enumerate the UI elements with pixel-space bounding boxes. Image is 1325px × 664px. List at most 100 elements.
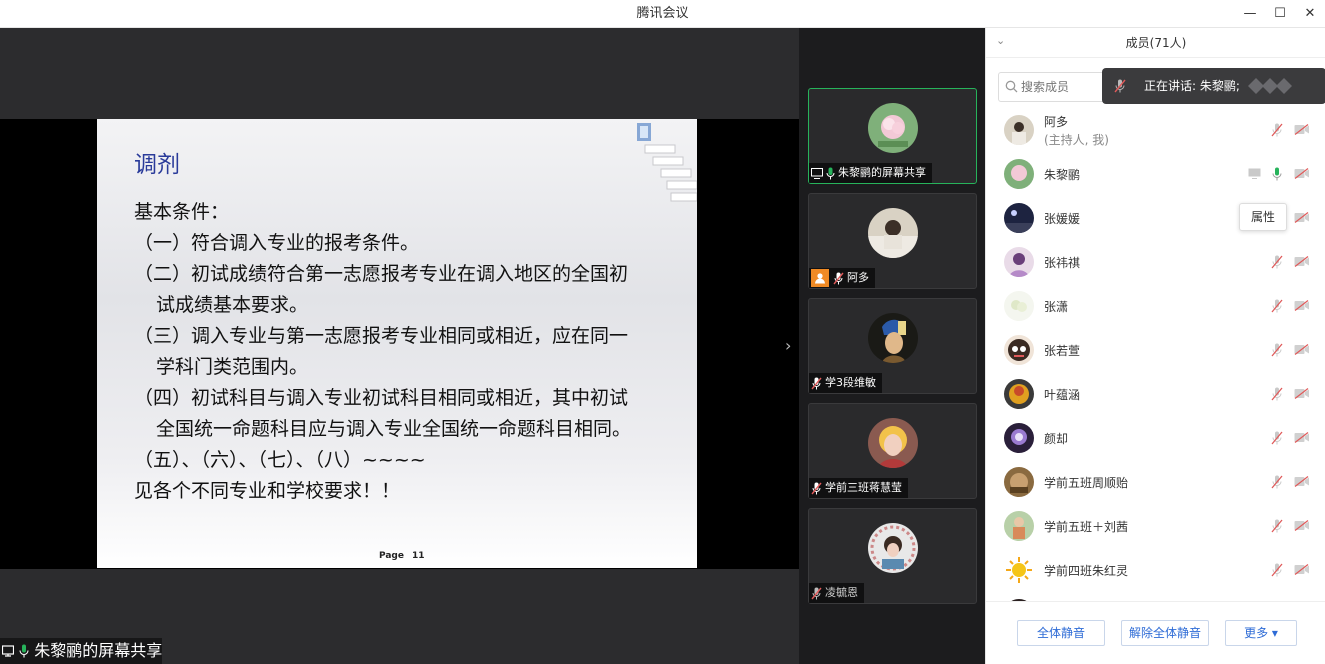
member-name: 学前五班周顺贻	[1044, 476, 1129, 490]
mic-muted-icon	[811, 587, 822, 599]
slide-line: 试成绩基本要求。	[156, 294, 309, 316]
video-tile-name: 朱黎鹂的屏幕共享	[838, 166, 926, 179]
mic-on-icon	[826, 167, 835, 179]
minimize-button[interactable]: —	[1240, 4, 1260, 24]
camera-off-icon[interactable]	[1294, 388, 1310, 399]
camera-off-icon[interactable]	[1294, 564, 1310, 575]
mic-muted-icon[interactable]	[1271, 387, 1283, 401]
avatar	[868, 523, 918, 573]
camera-off-icon[interactable]	[1294, 432, 1310, 443]
title-bar: 腾讯会议 — ☐ ✕	[0, 0, 1325, 28]
member-row[interactable]: 张潇	[986, 284, 1325, 328]
member-row[interactable]: 朱黎鹂	[986, 152, 1325, 196]
video-tile[interactable]: 凌毓恩	[808, 508, 977, 604]
slide-line: （五）、（六）、（七）、（八）~~~~	[134, 449, 426, 471]
avatar	[1004, 115, 1034, 145]
member-row[interactable]: 学前四班朱红灵	[986, 548, 1325, 592]
member-role: (主持人, 我)	[1044, 133, 1109, 147]
mic-muted-icon[interactable]	[1271, 519, 1283, 533]
avatar	[1004, 159, 1034, 189]
member-row[interactable]: 张若萱	[986, 328, 1325, 372]
unmute-all-button[interactable]: 解除全体静音	[1121, 620, 1209, 646]
members-panel-header: ⌄ 成员(71人)	[986, 28, 1325, 58]
search-icon	[1005, 80, 1018, 93]
mic-muted-icon[interactable]	[1271, 255, 1283, 269]
slide-line: （一）符合调入专业的报考条件。	[134, 232, 420, 254]
mic-muted-icon[interactable]	[1271, 431, 1283, 445]
avatar	[1004, 423, 1034, 453]
screen-share-icon	[811, 167, 823, 179]
more-button[interactable]: 更多 ▾	[1225, 620, 1297, 646]
avatar	[1004, 379, 1034, 409]
camera-off-icon[interactable]	[1294, 168, 1310, 179]
member-name: 张潇	[1044, 300, 1069, 314]
members-panel-title: 成员(71人)	[1125, 36, 1187, 50]
avatar	[1004, 467, 1034, 497]
member-name: 学前四班朱红灵	[1044, 564, 1129, 578]
mute-all-button[interactable]: 全体静音	[1017, 620, 1105, 646]
slide-line: 学科门类范围内。	[156, 356, 309, 378]
avatar	[868, 418, 918, 468]
video-tile[interactable]: 学3段维敏	[808, 298, 977, 394]
camera-off-icon[interactable]	[1294, 124, 1310, 135]
avatar	[1004, 555, 1034, 585]
search-input[interactable]	[1021, 78, 1101, 96]
screen-share-area[interactable]: 调剂 基本条件： （一）符合调入专业的报考条件。 （二）初试成绩符合第一志愿报考…	[0, 28, 799, 664]
video-tile-label: 凌毓恩	[809, 583, 864, 603]
video-tile[interactable]: 阿多	[808, 193, 977, 289]
camera-off-icon[interactable]	[1294, 212, 1310, 223]
slide-line: （三）调入专业与第一志愿报考专业相同或相近，应在同一	[134, 325, 629, 347]
slide-line: （二）初试成绩符合第一志愿报考专业在调入地区的全国初	[134, 263, 629, 285]
mic-muted-icon[interactable]	[1271, 563, 1283, 577]
mic-muted-icon[interactable]	[1271, 123, 1283, 137]
avatar	[1004, 247, 1034, 277]
chevron-right-icon[interactable]: ›	[785, 336, 797, 355]
video-tile-label: 阿多	[809, 268, 875, 288]
avatar	[1004, 511, 1034, 541]
speaking-indicator: 正在讲话: 朱黎鹂;	[1102, 68, 1325, 104]
avatar	[1004, 335, 1034, 365]
video-tile-name: 凌毓恩	[825, 586, 858, 599]
page-number: 11	[411, 551, 425, 561]
camera-off-icon[interactable]	[1294, 256, 1310, 267]
member-row[interactable]: 叶蕴涵	[986, 372, 1325, 416]
video-tile-label: 学前三班蒋慧莹	[809, 478, 908, 498]
mic-muted-icon[interactable]	[1271, 299, 1283, 313]
mic-on-icon[interactable]	[1271, 167, 1283, 181]
camera-off-icon[interactable]	[1294, 476, 1310, 487]
close-button[interactable]: ✕	[1300, 4, 1320, 24]
member-row[interactable]: 颜却	[986, 416, 1325, 460]
window-title: 腾讯会议	[636, 6, 689, 21]
avatar	[868, 103, 918, 153]
camera-off-icon[interactable]	[1294, 520, 1310, 531]
slide-title: 调剂	[134, 152, 180, 178]
host-icon	[811, 269, 829, 287]
presentation-slide: 调剂 基本条件： （一）符合调入专业的报考条件。 （二）初试成绩符合第一志愿报考…	[97, 119, 697, 568]
video-tile[interactable]: 朱黎鹂的屏幕共享	[808, 88, 977, 184]
blurred-avatars-icon	[1248, 78, 1292, 94]
member-row[interactable]: 学前五班＋刘茜	[986, 504, 1325, 548]
mic-muted-icon	[833, 272, 844, 284]
members-panel: ⌄ 成员(71人) 正在讲话: 朱黎鹂; 阿多 (主持人, 我) 朱黎鹂	[985, 28, 1325, 664]
avatar	[868, 208, 918, 258]
slide-body: 基本条件： （一）符合调入专业的报考条件。 （二）初试成绩符合第一志愿报考专业在…	[134, 197, 674, 507]
camera-off-icon[interactable]	[1294, 300, 1310, 311]
camera-off-icon[interactable]	[1294, 344, 1310, 355]
member-name: 学前五班＋刘茜	[1044, 520, 1129, 534]
video-tile-name: 学3段维敏	[825, 376, 876, 389]
member-search-box[interactable]	[998, 72, 1108, 102]
member-list[interactable]: 阿多 (主持人, 我) 朱黎鹂 张媛媛 张祎祺 张潇 张若萱 叶蕴涵 颜却 学前…	[986, 108, 1325, 601]
mic-muted-icon[interactable]	[1271, 343, 1283, 357]
member-row[interactable]: 学前五班周顺贻	[986, 460, 1325, 504]
video-tile[interactable]: 学前三班蒋慧莹	[808, 403, 977, 499]
slide-line: 全国统一命题科目应与调入专业全国统一命题科目相同。	[156, 418, 632, 440]
maximize-button[interactable]: ☐	[1270, 4, 1290, 24]
video-tile-label: 朱黎鹂的屏幕共享	[809, 163, 932, 183]
member-name: 阿多	[1044, 115, 1069, 129]
member-row[interactable]: 阿多 (主持人, 我)	[986, 108, 1325, 152]
avatar	[1004, 203, 1034, 233]
member-row[interactable]: 张祎祺	[986, 240, 1325, 284]
member-name: 颜却	[1044, 432, 1069, 446]
member-row[interactable]	[986, 592, 1325, 601]
mic-muted-icon[interactable]	[1271, 475, 1283, 489]
